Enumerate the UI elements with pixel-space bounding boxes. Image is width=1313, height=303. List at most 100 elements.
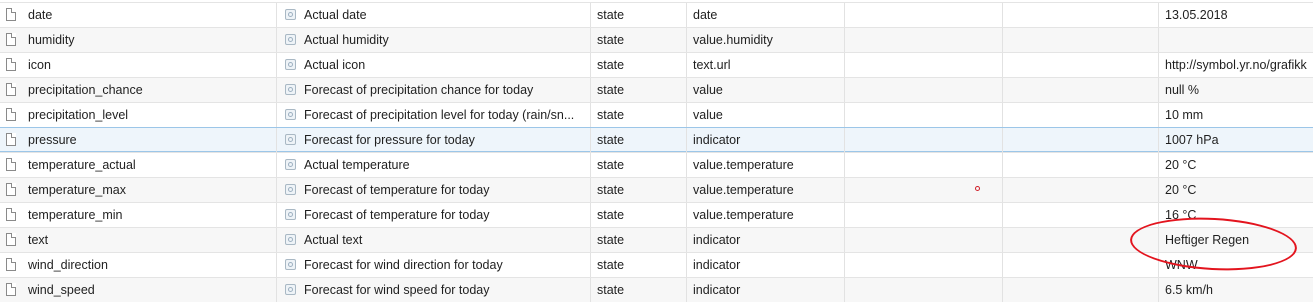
object-name-text: pressure [28, 133, 77, 147]
empty-cell-cell [1002, 128, 1158, 152]
object-value-text: 20 °C [1165, 158, 1197, 172]
empty-cell-cell [844, 278, 1002, 302]
empty-cell-cell [1002, 203, 1158, 227]
object-description-text: Actual text [304, 233, 363, 247]
state-icon [285, 283, 296, 295]
object-name-text: date [28, 8, 53, 22]
object-role-text: state [597, 258, 625, 272]
file-icon [6, 32, 16, 46]
empty-cell-cell [844, 53, 1002, 77]
file-icon [6, 257, 16, 271]
object-role-text: state [597, 233, 625, 247]
object-type-cell: date [686, 3, 844, 27]
object-value-cell: 1007 hPa [1158, 128, 1313, 152]
empty-cell-cell [1002, 53, 1158, 77]
object-description-text: Actual humidity [304, 33, 389, 47]
object-description-cell: Actual temperature [276, 153, 590, 177]
table-row[interactable]: temperature_min Forecast of temperature f… [0, 202, 1313, 227]
file-icon [6, 57, 16, 71]
object-role-text: state [597, 208, 625, 222]
object-type-text: indicator [693, 133, 741, 147]
object-name-cell: humidity [0, 28, 276, 52]
object-role-cell: state [590, 178, 686, 202]
empty-cell-cell [844, 203, 1002, 227]
object-type-cell: indicator [686, 253, 844, 277]
table-row[interactable]: date Actual date state date 13.05.2018 [0, 2, 1313, 27]
object-role-cell: state [590, 3, 686, 27]
object-role-cell: state [590, 53, 686, 77]
state-icon [285, 83, 296, 95]
object-description-cell: Forecast for wind direction for today [276, 253, 590, 277]
object-description-cell: Forecast of precipitation chance for tod… [276, 78, 590, 102]
file-icon [6, 207, 16, 221]
state-icon [285, 158, 296, 170]
object-value-text: 6.5 km/h [1165, 283, 1213, 297]
object-description-text: Forecast of temperature for today [304, 208, 490, 222]
object-role-cell: state [590, 128, 686, 152]
table-row[interactable]: humidity Actual humidity state value.humidi… [0, 27, 1313, 52]
empty-cell-cell [1002, 3, 1158, 27]
object-type-cell: value.temperature [686, 178, 844, 202]
object-value-text: 20 °C [1165, 183, 1197, 197]
object-role-text: state [597, 108, 625, 122]
table-row[interactable]: icon Actual icon state text.url http://symbo… [0, 52, 1313, 77]
table-row[interactable]: wind_speed Forecast for wind speed for to… [0, 277, 1313, 302]
object-description-text: Actual temperature [304, 158, 410, 172]
file-icon [6, 157, 16, 171]
object-name-text: temperature_min [28, 208, 123, 222]
table-row[interactable]: pressure Forecast for pressure for today s… [0, 127, 1313, 152]
object-role-cell: state [590, 103, 686, 127]
object-description-text: Forecast of temperature for today [304, 183, 490, 197]
object-role-cell: state [590, 278, 686, 302]
table-row[interactable]: temperature_actual Actual temperature stat… [0, 152, 1313, 177]
empty-cell-cell [1002, 78, 1158, 102]
object-type-text: indicator [693, 233, 741, 247]
empty-cell-cell [844, 28, 1002, 52]
object-value-text: 1007 hPa [1165, 133, 1219, 147]
state-icon [285, 233, 296, 245]
object-description-cell: Actual icon [276, 53, 590, 77]
marker-dot [975, 186, 980, 191]
object-description-cell: Forecast of precipitation level for toda… [276, 103, 590, 127]
object-type-cell: indicator [686, 128, 844, 152]
file-icon [6, 82, 16, 96]
object-value-cell: 10 mm [1158, 103, 1313, 127]
object-name-text: wind_speed [28, 283, 95, 297]
state-icon [285, 208, 296, 220]
object-name-text: icon [28, 58, 51, 72]
object-role-text: state [597, 133, 625, 147]
object-value-text: null % [1165, 83, 1200, 97]
table-row[interactable]: temperature_max Forecast of temperature f… [0, 177, 1313, 202]
object-name-text: wind_direction [28, 258, 108, 272]
object-value-cell: null % [1158, 78, 1313, 102]
file-icon [6, 7, 16, 21]
object-type-text: value.humidity [693, 33, 773, 47]
object-name-cell: wind_speed [0, 278, 276, 302]
object-description-cell: Actual date [276, 3, 590, 27]
objects-table: date Actual date state date 13.05.2018 humidi… [0, 2, 1313, 302]
object-description-cell: Actual humidity [276, 28, 590, 52]
object-value-cell: 20 °C [1158, 178, 1313, 202]
object-role-text: state [597, 183, 625, 197]
object-description-text: Forecast of precipitation chance for tod… [304, 83, 534, 97]
object-type-cell: value [686, 78, 844, 102]
table-row[interactable]: precipitation_chance Forecast of precipit… [0, 77, 1313, 102]
state-icon [285, 258, 296, 270]
table-row[interactable]: precipitation_level Forecast of precipita… [0, 102, 1313, 127]
object-name-cell: wind_direction [0, 253, 276, 277]
file-icon [6, 132, 16, 146]
object-type-cell: value.temperature [686, 153, 844, 177]
object-type-text: value.temperature [693, 158, 794, 172]
object-name-text: temperature_max [28, 183, 126, 197]
state-icon [285, 58, 296, 70]
table-row[interactable]: text Actual text state indicator Heftiger Re… [0, 227, 1313, 252]
object-description-text: Forecast for wind speed for today [304, 283, 490, 297]
object-value-text: http://symbol.yr.no/grafikk [1165, 58, 1307, 72]
empty-cell-cell [844, 128, 1002, 152]
file-icon [6, 107, 16, 121]
state-icon [285, 133, 296, 145]
object-role-text: state [597, 158, 625, 172]
object-value-cell: http://symbol.yr.no/grafikk [1158, 53, 1313, 77]
table-row[interactable]: wind_direction Forecast for wind directio… [0, 252, 1313, 277]
object-type-cell: indicator [686, 228, 844, 252]
